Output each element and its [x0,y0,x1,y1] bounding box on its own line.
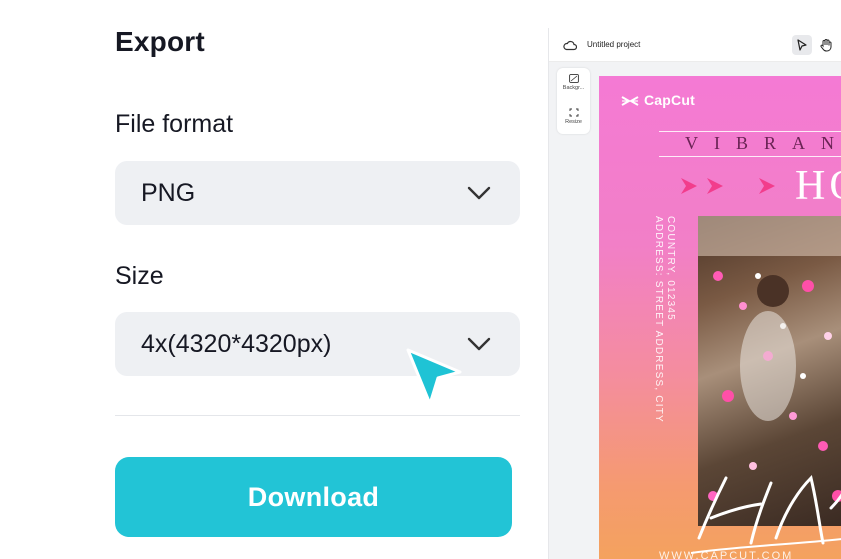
editor-preview: Untitled project Backgr... Resize CapCut… [548,28,841,559]
file-format-select[interactable]: PNG [115,161,520,225]
poster-brand: CapCut [644,92,695,108]
cloud-icon[interactable] [563,39,577,51]
poster-script-decoration [691,475,841,554]
chevron-down-icon [467,337,491,351]
poster-big-text: HO [795,163,841,209]
poster-rule [659,131,841,132]
cursor-pointer-icon [406,348,462,406]
tool-background-label: Backgr... [562,85,585,91]
poster-rule [659,156,841,157]
divider [115,415,520,416]
tool-resize[interactable]: Resize [557,108,590,125]
tool-background[interactable]: Backgr... [557,74,590,91]
export-panel: Export File format PNG Size 4x(4320*4320… [0,0,545,559]
side-toolbar: Backgr... Resize [557,68,590,134]
pointer-icon [797,39,807,51]
tool-resize-label: Resize [565,119,582,125]
file-format-label: File format [115,110,234,138]
select-tool-button[interactable] [792,35,812,55]
poster-url: WWW.CAPCUT.COM [659,550,794,559]
size-label: Size [115,262,164,290]
file-format-value: PNG [141,179,196,207]
background-icon [568,74,579,83]
project-name[interactable]: Untitled project [587,40,640,49]
arrow-decoration-icon [681,178,775,194]
poster-canvas[interactable]: CapCut VIBRANT HO ADDRESS: STREET ADDRES… [599,76,841,559]
resize-icon [569,108,578,117]
size-value: 4x(4320*4320px) [141,330,332,358]
poster-headline: VIBRANT [685,133,841,153]
poster-address-line-2: COUNTRY, 012345 [665,216,676,321]
capcut-logo-icon [621,96,639,106]
editor-topbar: Untitled project [549,28,841,62]
chevron-down-icon [467,186,491,200]
download-button[interactable]: Download [115,457,512,537]
hand-icon[interactable] [819,38,833,52]
export-title: Export [115,26,205,57]
poster-address-line-1: ADDRESS: STREET ADDRESS, CITY [653,216,664,423]
